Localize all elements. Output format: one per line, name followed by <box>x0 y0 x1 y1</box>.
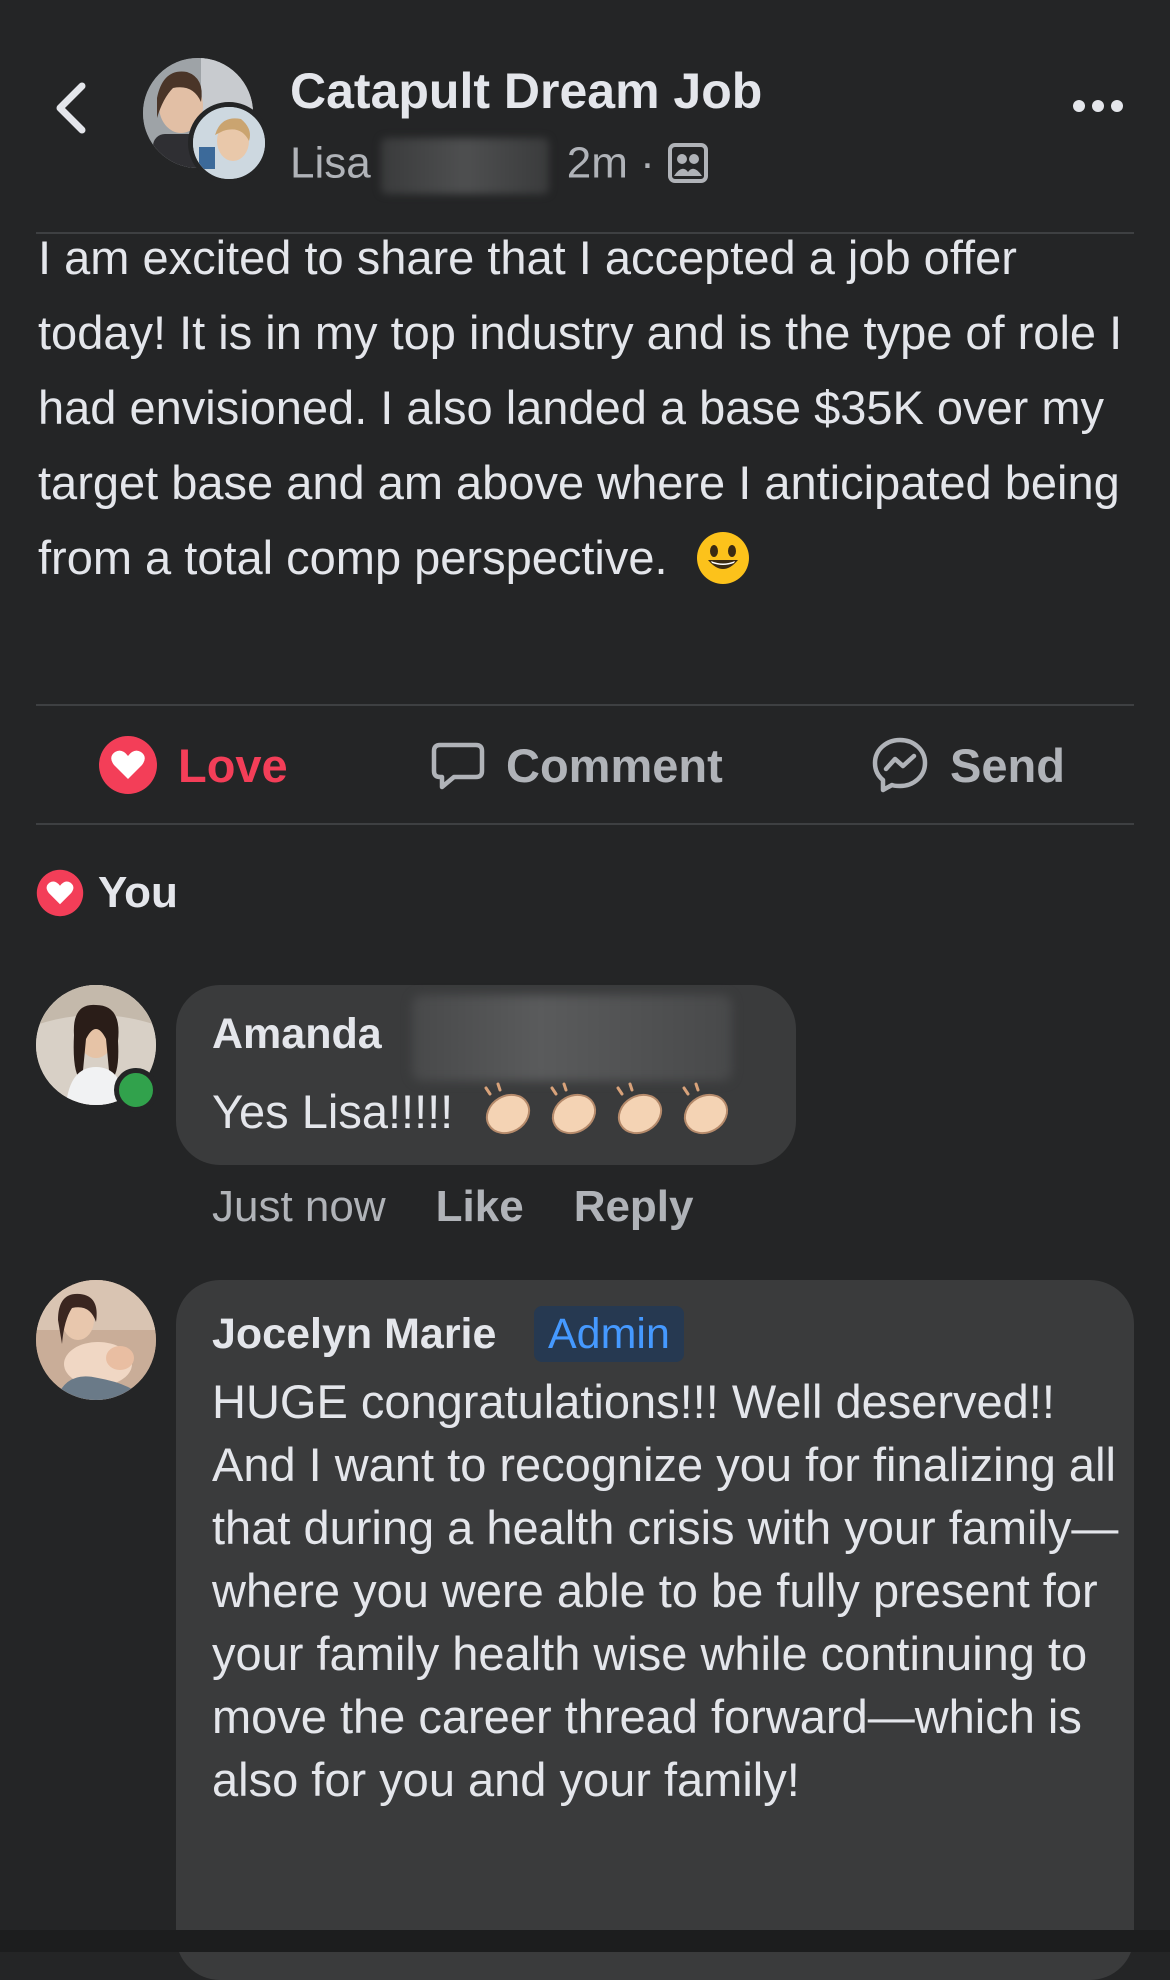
actions-bottom-divider <box>36 823 1134 825</box>
author-avatar[interactable] <box>188 102 270 184</box>
love-button[interactable]: Love <box>98 730 288 800</box>
group-audience-icon <box>667 142 708 183</box>
post-body: I am excited to share that I accepted a … <box>38 220 1138 595</box>
comment-text: HUGE congratulations!!! Well deserved!! … <box>212 1375 1119 1806</box>
online-status-indicator <box>114 1068 158 1112</box>
comment-button[interactable]: Comment <box>430 730 723 800</box>
comment-text-row: Yes Lisa!!!!! <box>212 1080 740 1142</box>
redacted-last-name <box>380 138 549 194</box>
messenger-icon <box>872 737 928 793</box>
smiley-face-icon <box>696 532 749 584</box>
back-chevron-icon[interactable] <box>50 80 90 136</box>
bottom-edge <box>0 1930 1170 1952</box>
post-header: Catapult Dream Job Lisa 2m · <box>0 0 1170 232</box>
comment-label: Comment <box>506 738 723 792</box>
reply-comment-button[interactable]: Reply <box>574 1182 694 1232</box>
like-comment-button[interactable]: Like <box>436 1182 524 1232</box>
redacted-last-name <box>412 995 732 1081</box>
love-reaction-icon <box>99 736 157 794</box>
admin-badge: Admin <box>534 1306 684 1362</box>
clapping-hands-icon <box>484 1082 729 1135</box>
comment-author[interactable]: Amanda <box>212 1010 382 1059</box>
group-avatar[interactable] <box>143 58 270 184</box>
group-name[interactable]: Catapult Dream Job <box>290 62 762 120</box>
post-meta: Lisa 2m · <box>290 138 709 194</box>
love-reaction-icon <box>36 869 84 917</box>
love-label: Love <box>178 738 288 792</box>
comment-time[interactable]: Just now <box>212 1182 386 1232</box>
reactions-label: You <box>98 868 178 917</box>
comment-meta: Just now Like Reply <box>212 1182 694 1232</box>
send-button[interactable]: Send <box>870 730 1065 800</box>
meta-separator: · <box>640 138 655 188</box>
post-text: I am excited to share that I accepted a … <box>38 231 1123 584</box>
more-options-icon[interactable] <box>1072 98 1124 114</box>
comment-author[interactable]: Jocelyn Marie <box>212 1310 496 1359</box>
author-name[interactable]: Lisa <box>290 139 371 188</box>
comment-text: Yes Lisa!!!!! <box>212 1085 454 1138</box>
post-time[interactable]: 2m <box>567 139 628 188</box>
comment-icon <box>431 742 485 790</box>
reactions-summary[interactable]: You <box>36 868 178 918</box>
actions-top-divider <box>36 704 1134 706</box>
send-label: Send <box>950 738 1065 792</box>
commenter-avatar[interactable] <box>36 1280 156 1400</box>
